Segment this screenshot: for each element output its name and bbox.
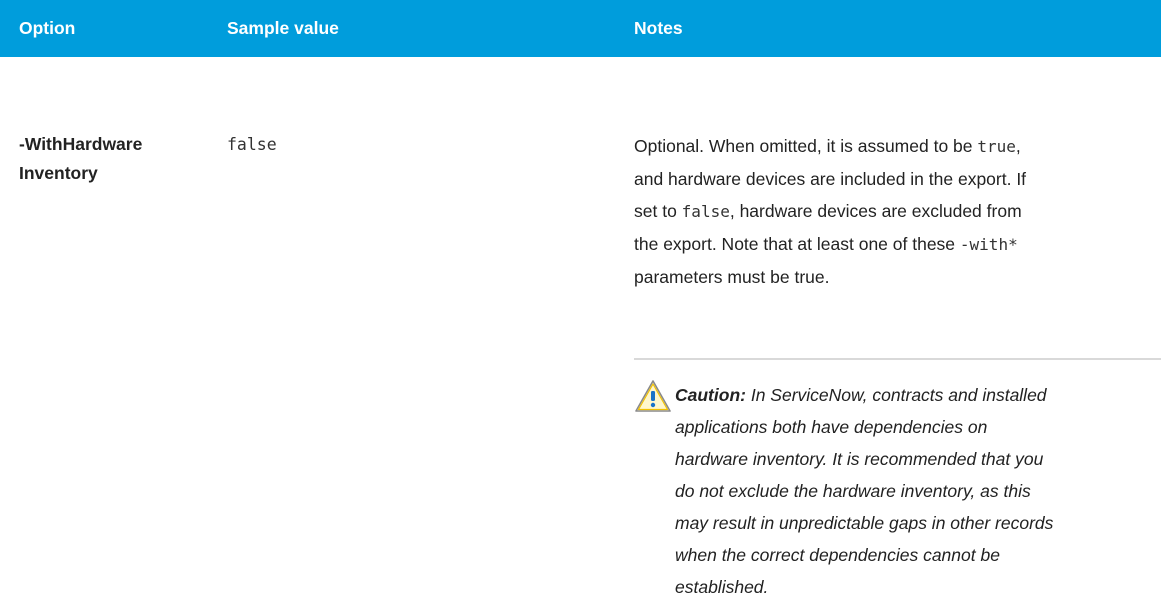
warning-triangle-icon <box>634 379 672 413</box>
option-name-line2: Inventory <box>19 163 98 183</box>
header-sample-value: Sample value <box>227 18 339 38</box>
caution-note: Caution: In ServiceNow, contracts and in… <box>634 379 1154 603</box>
notes-line-3: set to false, hardware devices are exclu… <box>634 195 1154 228</box>
table-header: Option Sample value Notes <box>0 0 1161 57</box>
notes-cell: Optional. When omitted, it is assumed to… <box>634 130 1154 293</box>
code-with: -with* <box>959 235 1018 254</box>
notes-line-4: the export. Note that at least one of th… <box>634 228 1154 261</box>
header-option: Option <box>19 18 76 38</box>
options-table: Option Sample value Notes -WithHardware … <box>0 0 1161 597</box>
notes-text: Optional. When omitted, it is assumed to… <box>634 136 978 156</box>
caution-line-5: may result in unpredictable gaps in othe… <box>675 513 1054 533</box>
caution-text: Caution: In ServiceNow, contracts and in… <box>675 379 1145 603</box>
notes-line-1: Optional. When omitted, it is assumed to… <box>634 130 1154 163</box>
option-name: -WithHardware Inventory <box>19 130 209 188</box>
notes-line-5: parameters must be true. <box>634 267 830 287</box>
notes-line-2: and hardware devices are included in the… <box>634 169 1027 189</box>
notes-divider <box>634 358 1161 360</box>
caution-line-4: do not exclude the hardware inventory, a… <box>675 481 1031 501</box>
caution-line-7: established. <box>675 577 769 597</box>
caution-line-2: applications both have dependencies on <box>675 417 988 437</box>
caution-line-1: Caution: In ServiceNow, contracts and in… <box>675 379 1145 411</box>
caution-text-segment: In ServiceNow, contracts and installed <box>745 385 1047 405</box>
header-notes: Notes <box>634 18 683 38</box>
code-true: true <box>977 137 1016 156</box>
option-name-line1: -WithHardware <box>19 134 143 154</box>
caution-label: Caution: <box>675 385 746 405</box>
caution-line-6: when the correct dependencies cannot be <box>675 545 1000 565</box>
notes-text: , hardware devices are excluded from <box>729 201 1022 221</box>
caution-line-3: hardware inventory. It is recommended th… <box>675 449 1044 469</box>
notes-text: set to <box>634 201 682 221</box>
notes-text: , <box>1015 136 1021 156</box>
notes-text: the export. Note that at least one of th… <box>634 234 960 254</box>
code-false: false <box>681 202 730 221</box>
sample-value: false <box>227 135 277 154</box>
